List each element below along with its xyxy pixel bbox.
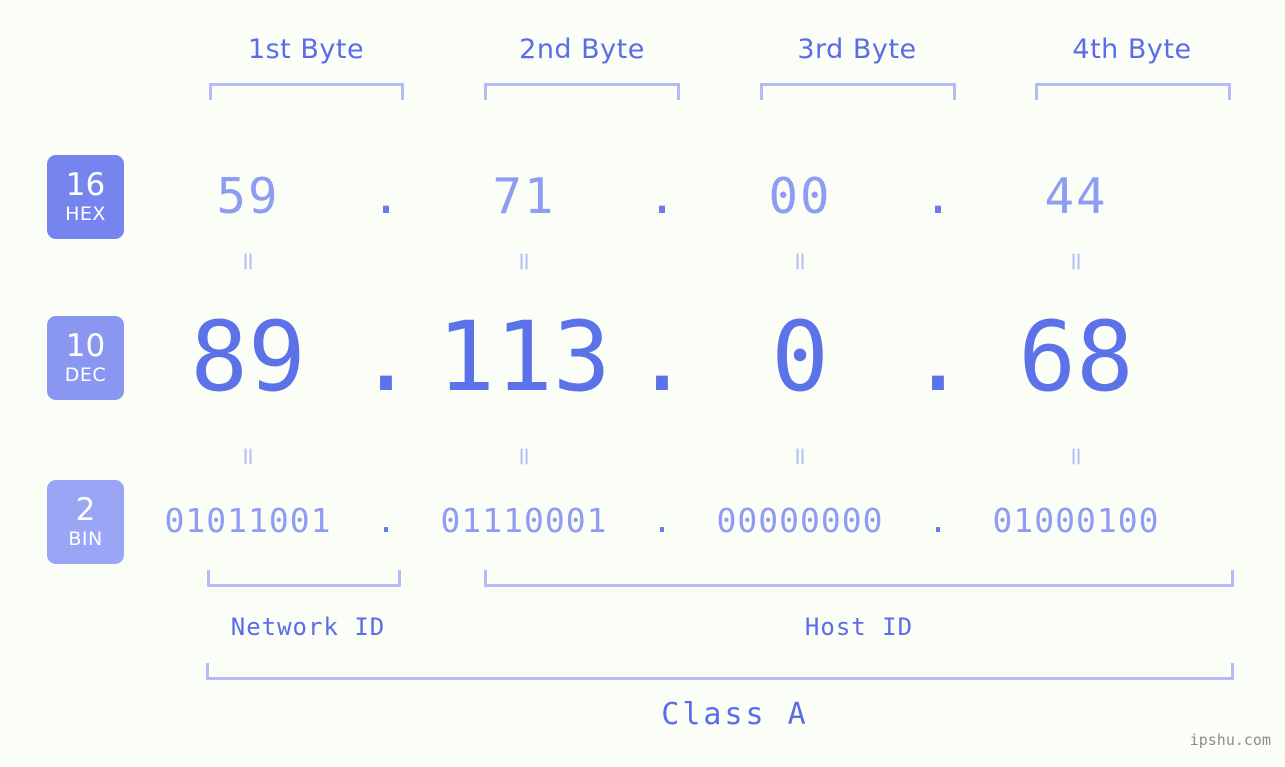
dec-separator-3: . <box>909 301 967 413</box>
hex-byte-4: 44 <box>1044 167 1108 225</box>
bin-separator-2: . <box>652 500 672 540</box>
equals-icon: = <box>1061 445 1091 467</box>
base-badge-dec-name: DEC <box>64 364 107 386</box>
hex-separator-2: . <box>647 167 677 225</box>
network-id-label: Network ID <box>230 613 386 641</box>
hex-value-row: 59 . 71 . 00 . 44 <box>140 158 1275 234</box>
class-bracket <box>206 663 1234 680</box>
equals-icon: = <box>233 445 263 467</box>
bin-value-row: 01011001 . 01110001 . 00000000 . 0100010… <box>140 492 1275 548</box>
byte-bracket-3 <box>760 83 956 100</box>
equals-row-dec-bin: = = = = <box>140 441 1275 471</box>
base-badge-bin-name: BIN <box>68 528 103 550</box>
dec-byte-3: 0 <box>771 301 829 413</box>
watermark: ipshu.com <box>1189 731 1271 749</box>
equals-icon: = <box>785 250 815 272</box>
hex-separator-1: . <box>371 167 401 225</box>
equals-icon: = <box>785 445 815 467</box>
base-badge-hex-number: 16 <box>65 167 106 203</box>
dec-separator-2: . <box>633 301 691 413</box>
equals-icon: = <box>509 445 539 467</box>
equals-icon: = <box>1061 250 1091 272</box>
dec-byte-1: 89 <box>190 301 306 413</box>
base-badge-bin: 2 BIN <box>47 480 124 564</box>
bin-byte-1: 01011001 <box>164 500 332 540</box>
bin-separator-3: . <box>928 500 948 540</box>
base-badge-hex-name: HEX <box>65 203 106 225</box>
ip-breakdown-diagram: 1st Byte 2nd Byte 3rd Byte 4th Byte 16 H… <box>0 0 1285 767</box>
dec-value-row: 89 . 113 . 0 . 68 <box>140 300 1275 414</box>
bin-byte-2: 01110001 <box>440 500 608 540</box>
base-badge-hex: 16 HEX <box>47 155 124 239</box>
host-id-bracket <box>484 570 1234 587</box>
base-badge-dec-number: 10 <box>65 328 106 364</box>
dec-byte-4: 68 <box>1018 301 1134 413</box>
hex-byte-2: 71 <box>492 167 556 225</box>
network-id-bracket <box>207 570 401 587</box>
dec-byte-2: 113 <box>437 301 611 413</box>
hex-byte-1: 59 <box>216 167 280 225</box>
hex-byte-3: 00 <box>768 167 832 225</box>
equals-icon: = <box>509 250 539 272</box>
bin-byte-3: 00000000 <box>716 500 884 540</box>
class-label: Class A <box>661 697 809 732</box>
byte-header-4: 4th Byte <box>1072 34 1192 65</box>
equals-row-hex-dec: = = = = <box>140 246 1275 276</box>
byte-header-1: 1st Byte <box>247 34 365 65</box>
byte-header-3: 3rd Byte <box>797 34 917 65</box>
bin-byte-4: 01000100 <box>992 500 1160 540</box>
host-id-label: Host ID <box>804 613 914 641</box>
hex-separator-3: . <box>923 167 953 225</box>
base-badge-bin-number: 2 <box>75 492 96 528</box>
byte-bracket-4 <box>1035 83 1231 100</box>
byte-bracket-1 <box>209 83 404 100</box>
equals-icon: = <box>233 250 263 272</box>
dec-separator-1: . <box>357 301 415 413</box>
byte-header-2: 2nd Byte <box>519 34 645 65</box>
bin-separator-1: . <box>376 500 396 540</box>
byte-bracket-2 <box>484 83 680 100</box>
base-badge-dec: 10 DEC <box>47 316 124 400</box>
